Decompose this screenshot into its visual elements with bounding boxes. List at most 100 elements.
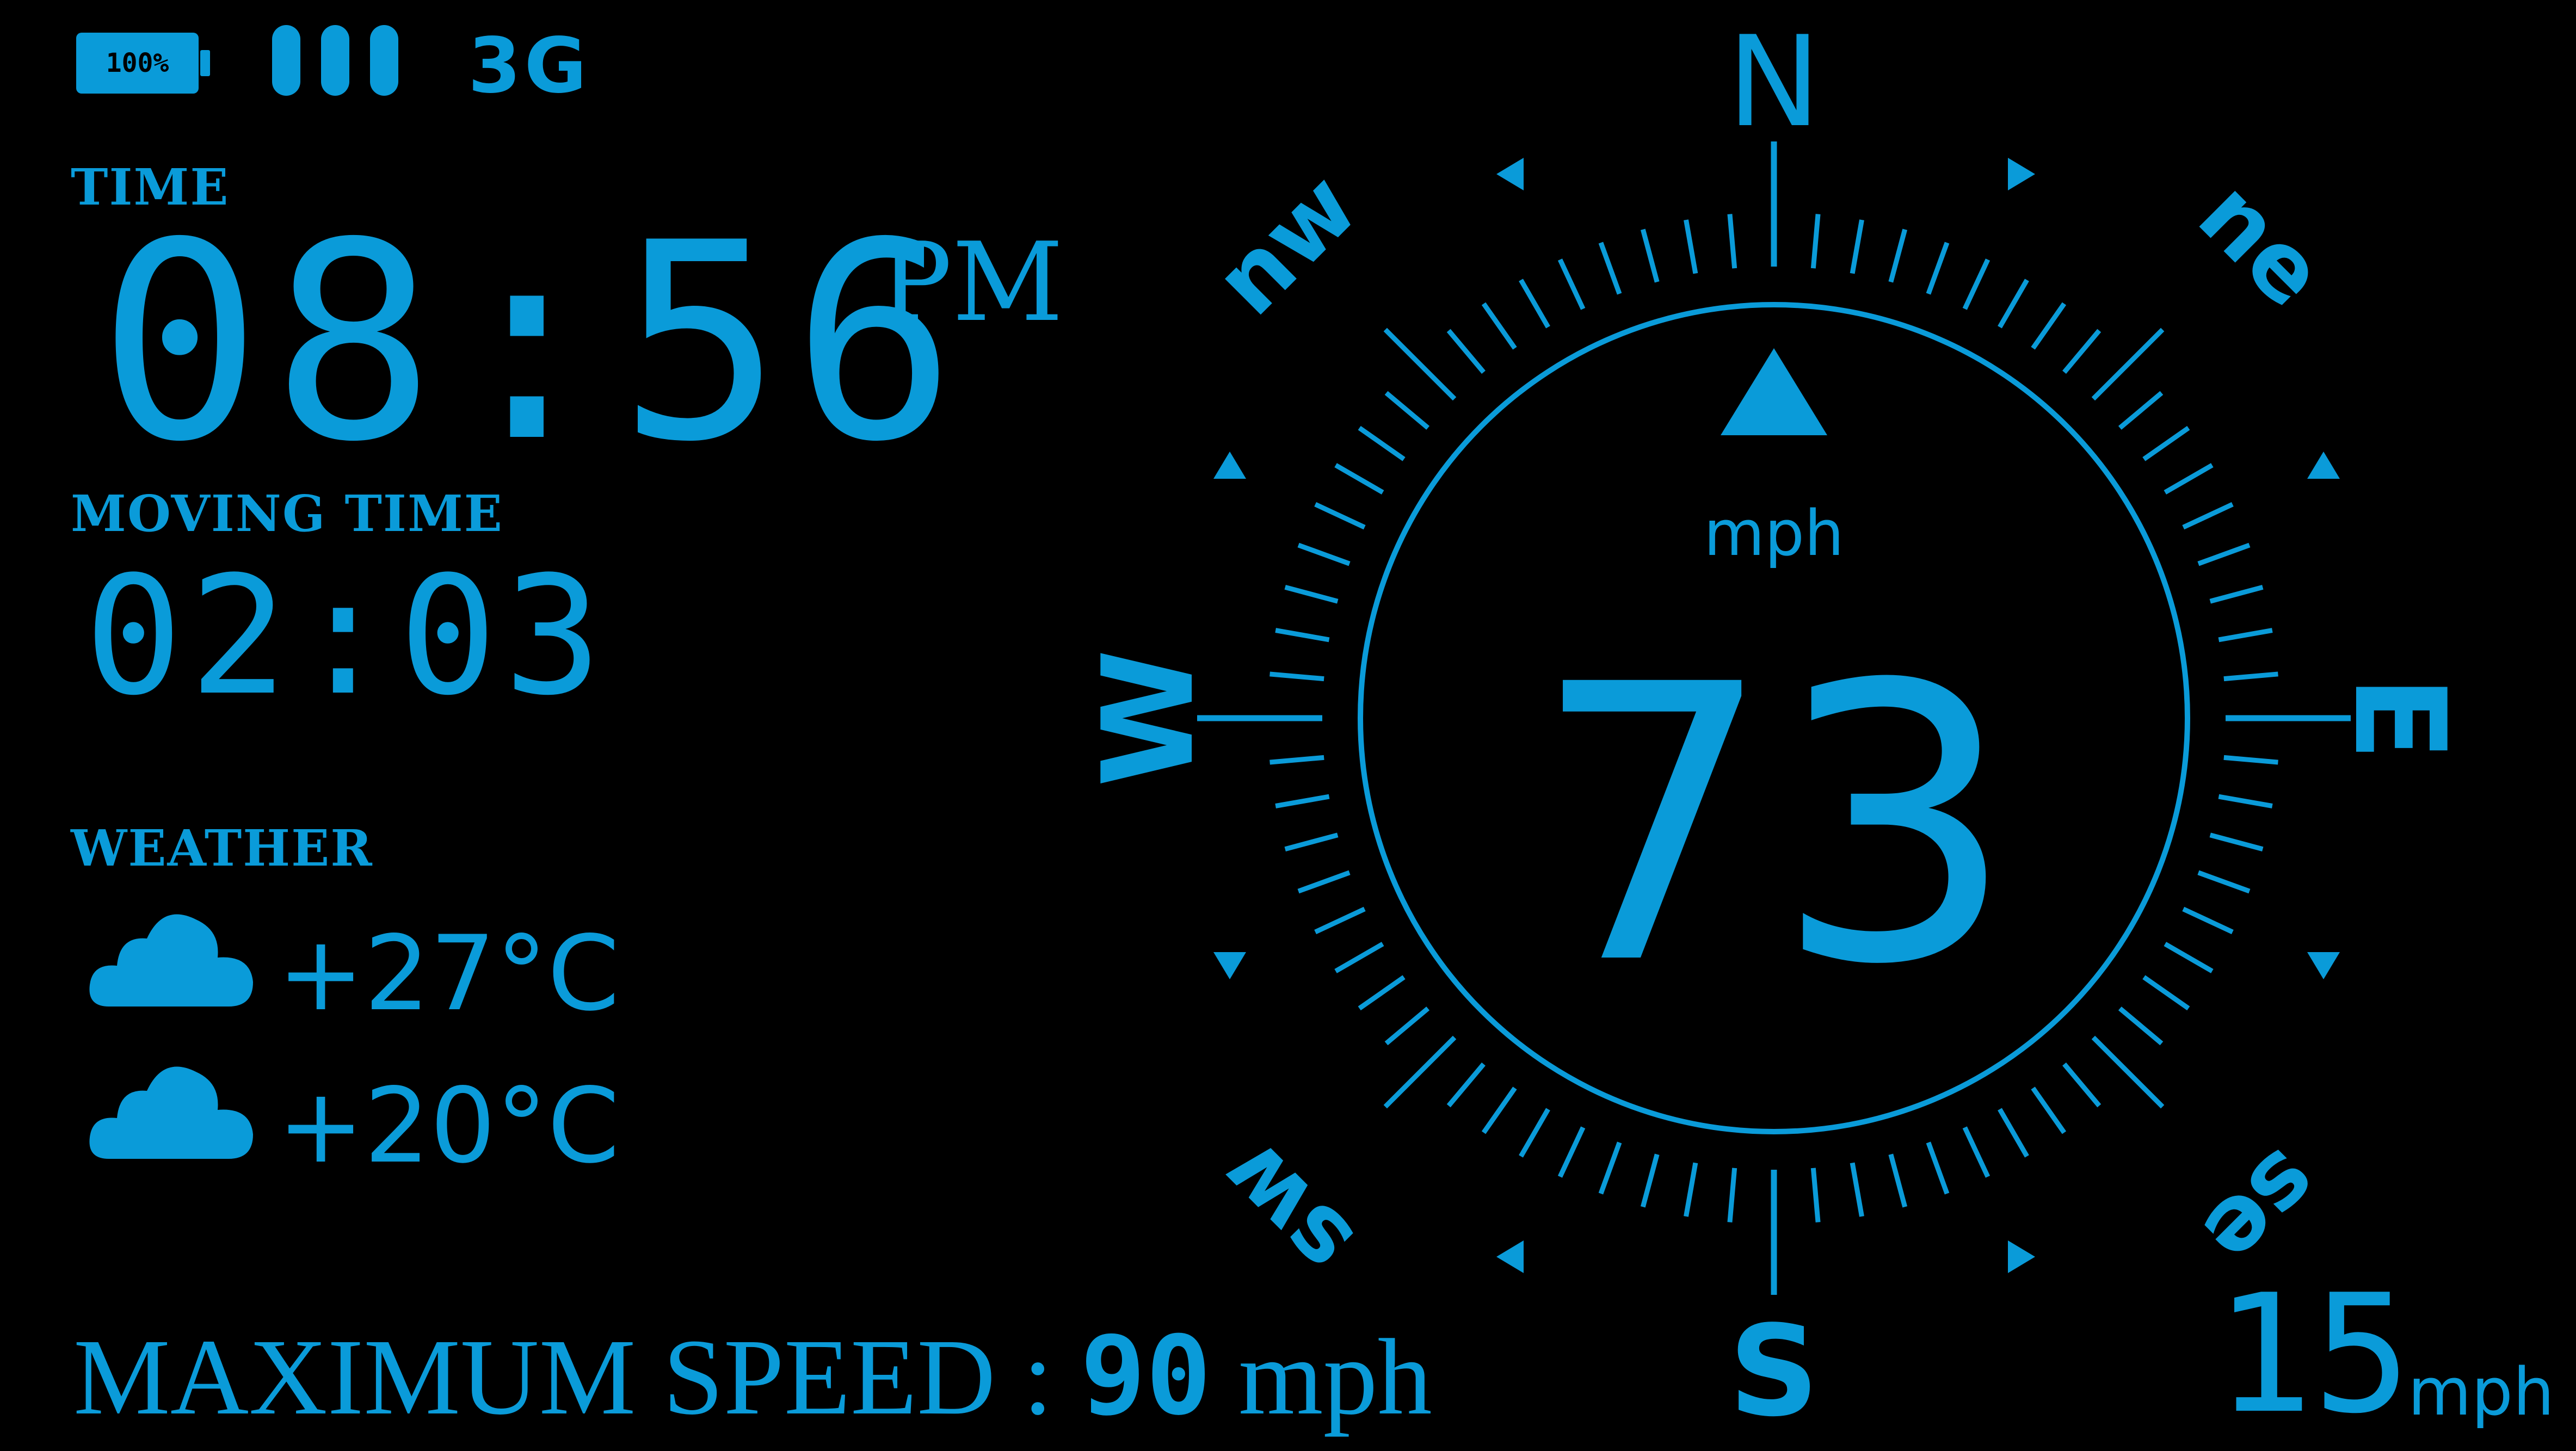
compass-tick bbox=[2197, 870, 2251, 894]
compass-tick bbox=[2164, 942, 2214, 973]
compass-tick bbox=[1926, 1141, 1950, 1195]
compass-tick bbox=[1334, 463, 1384, 495]
compass-nw: nw bbox=[1195, 153, 1378, 336]
compass-tick bbox=[1850, 219, 1864, 274]
compass-tick bbox=[1810, 214, 1821, 269]
compass-tick bbox=[1888, 1153, 1908, 1208]
compass-tick bbox=[1269, 671, 1324, 682]
compass-tick bbox=[1384, 391, 1430, 430]
weather-temp-2: +20°C bbox=[278, 1066, 620, 1186]
compass-tick bbox=[1481, 302, 1517, 350]
compass-tick bbox=[1314, 502, 1366, 530]
marker-triangle-icon bbox=[2307, 952, 2340, 979]
compass-tick bbox=[1998, 279, 2029, 329]
compass-tick bbox=[2223, 671, 2278, 682]
compass-tick bbox=[1314, 906, 1366, 935]
compass-tick bbox=[1481, 1086, 1517, 1134]
compass-tick bbox=[1557, 1126, 1586, 1178]
compass-tick bbox=[2209, 584, 2264, 604]
compass-tick bbox=[2118, 1007, 2164, 1046]
clock-time: 08:56 bbox=[98, 184, 966, 501]
compass-dial: mph 73 N S E W nw ne sw se bbox=[1076, 10, 2472, 1444]
moving-time-label: MOVING TIME bbox=[71, 484, 503, 543]
compass-tick bbox=[1446, 329, 1486, 374]
compass-tick bbox=[1519, 1108, 1550, 1158]
compass-tick bbox=[1640, 229, 1660, 283]
compass-tick bbox=[1598, 242, 1622, 295]
compass-tick bbox=[1384, 1007, 1430, 1046]
compass-tick bbox=[2031, 302, 2067, 350]
compass-tick bbox=[2197, 542, 2251, 566]
compass-tick bbox=[1275, 794, 1330, 808]
compass-tick bbox=[2223, 755, 2278, 765]
battery-tip bbox=[200, 50, 210, 76]
speed-value: 73 bbox=[1532, 604, 2017, 1048]
marker-triangle-icon bbox=[1496, 1240, 1524, 1273]
cloud-icon bbox=[89, 1066, 253, 1159]
signal-bar-1 bbox=[272, 25, 300, 96]
compass-tick bbox=[1557, 258, 1586, 310]
compass-tick bbox=[1269, 755, 1324, 765]
compass-tick bbox=[1598, 1141, 1622, 1195]
compass-tick bbox=[1684, 1162, 1698, 1217]
compass-tick bbox=[2118, 391, 2164, 430]
compass-tick bbox=[1383, 1035, 1457, 1109]
compass-sw: sw bbox=[1199, 1121, 1375, 1296]
compass-tick bbox=[1383, 328, 1457, 401]
compass-tick bbox=[1810, 1168, 1821, 1222]
compass-tick bbox=[1962, 1126, 1990, 1178]
compass-tick bbox=[1519, 279, 1550, 329]
compass-west: W bbox=[1076, 649, 1222, 787]
speed-unit: mph bbox=[1704, 497, 1844, 570]
compass-tick bbox=[1446, 1062, 1486, 1108]
compass-south: S bbox=[1729, 1299, 1819, 1444]
compass-tick bbox=[1297, 870, 1351, 894]
compass-tick bbox=[2209, 832, 2264, 852]
signal-bar-3 bbox=[370, 25, 398, 96]
marker-triangle-icon bbox=[1213, 952, 1246, 979]
weather-label: WEATHER bbox=[71, 819, 373, 878]
compass-tick bbox=[1684, 219, 1698, 274]
cloud-icon bbox=[89, 914, 253, 1007]
compass-tick bbox=[1297, 542, 1351, 566]
moving-time-value: 02:03 bbox=[84, 541, 609, 731]
signal-bar-2 bbox=[321, 25, 349, 96]
compass-tick bbox=[2091, 328, 2165, 401]
compass-tick bbox=[2062, 1062, 2102, 1108]
marker-triangle-icon bbox=[1213, 452, 1246, 479]
marker-triangle-icon bbox=[2008, 1240, 2035, 1273]
compass-tick bbox=[2091, 1035, 2165, 1109]
compass-tick bbox=[1284, 584, 1339, 604]
compass-tick bbox=[1640, 1153, 1660, 1208]
compass-tick bbox=[1334, 942, 1384, 973]
compass-tick bbox=[2164, 463, 2214, 495]
compass-tick bbox=[2218, 628, 2273, 643]
compass-tick bbox=[1358, 425, 1406, 461]
heading-arrow-icon bbox=[1721, 348, 1827, 435]
max-speed-label: MAXIMUM SPEED : bbox=[73, 1317, 1053, 1437]
marker-triangle-icon bbox=[2008, 158, 2035, 190]
compass-tick bbox=[1727, 214, 1737, 269]
marker-triangle-icon bbox=[1496, 158, 1524, 190]
compass-tick bbox=[1275, 628, 1330, 643]
compass-tick bbox=[1962, 258, 1990, 310]
compass-ne: ne bbox=[2178, 160, 2345, 328]
compass-tick bbox=[1284, 832, 1339, 852]
compass-tick bbox=[2182, 502, 2234, 530]
compass-tick bbox=[1727, 1168, 1737, 1222]
compass-tick bbox=[1358, 975, 1406, 1011]
secondary-speed-value: 15 bbox=[2215, 1259, 2412, 1449]
weather-temp-1: +27°C bbox=[278, 913, 620, 1034]
compass-tick bbox=[2142, 975, 2190, 1011]
compass-tick bbox=[1926, 242, 1950, 295]
compass-tick bbox=[2062, 329, 2102, 374]
compass-tick bbox=[1998, 1108, 2029, 1158]
compass-east: E bbox=[2326, 675, 2472, 761]
compass-north: N bbox=[1727, 10, 1821, 155]
compass-tick bbox=[1850, 1162, 1864, 1217]
battery-level: 100% bbox=[106, 48, 169, 78]
compass-tick bbox=[2142, 425, 2190, 461]
compass-tick bbox=[1888, 229, 1908, 283]
compass-tick bbox=[2182, 906, 2234, 935]
compass-tick bbox=[2031, 1086, 2067, 1134]
